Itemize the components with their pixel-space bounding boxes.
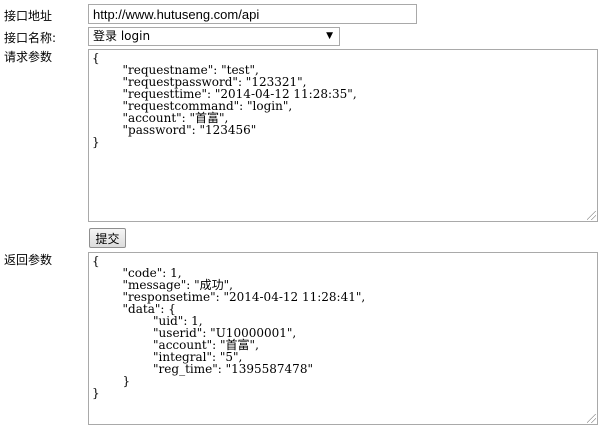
url-input[interactable]: [88, 4, 417, 24]
chevron-down-icon: ▼: [326, 31, 333, 41]
submit-button[interactable]: 提交: [89, 228, 126, 248]
interface-name-select[interactable]: 登录 login ▼: [88, 27, 340, 46]
request-params-text: { "requestname": "test", "requestpasswor…: [92, 51, 357, 149]
response-params-text: { "code": 1, "message": "成功", "responset…: [92, 254, 366, 400]
request-params-textarea[interactable]: { "requestname": "test", "requestpasswor…: [88, 49, 598, 222]
request-params-label: 请求参数: [4, 50, 53, 64]
interface-name-label: 接口名称:: [4, 31, 57, 45]
interface-name-value: 登录 login: [93, 29, 151, 43]
url-label: 接口地址: [4, 9, 53, 23]
resize-grip-icon[interactable]: [587, 211, 596, 220]
response-params-label: 返回参数: [4, 253, 53, 267]
response-params-textarea[interactable]: { "code": 1, "message": "成功", "responset…: [88, 252, 598, 425]
resize-grip-icon[interactable]: [587, 414, 596, 423]
